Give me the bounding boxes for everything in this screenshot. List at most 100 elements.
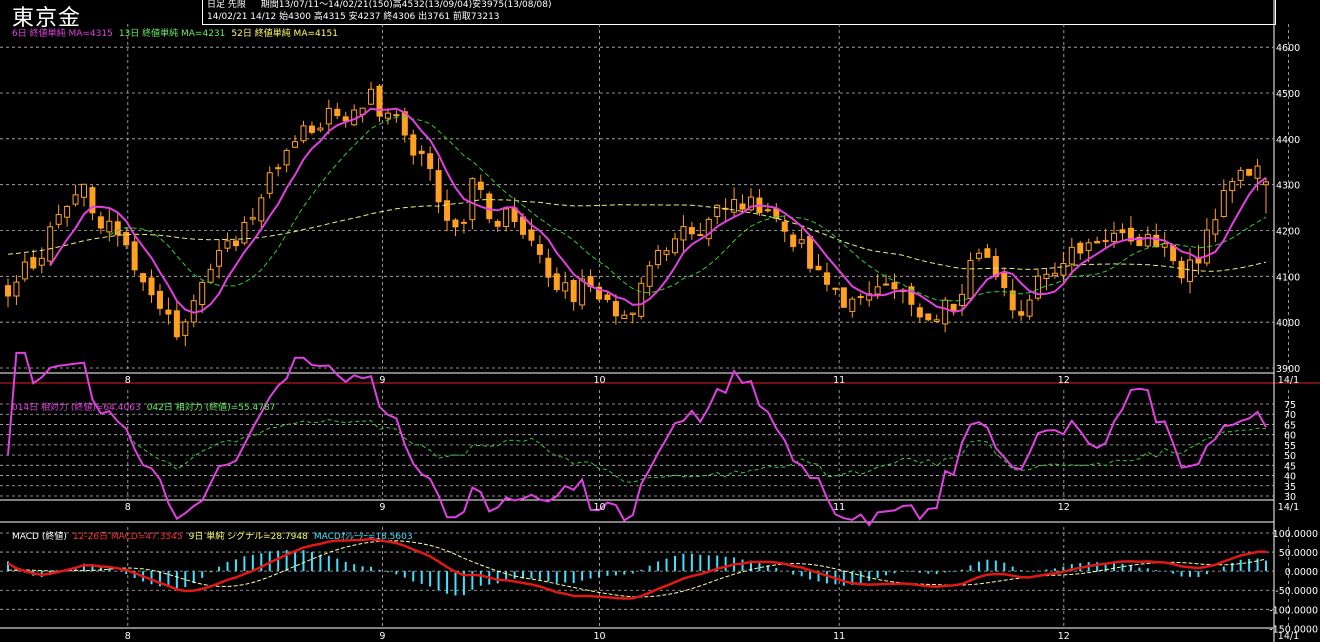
rsi-tick-label: 45 bbox=[1284, 461, 1296, 472]
candle-body bbox=[1254, 165, 1261, 179]
candle-body bbox=[688, 227, 695, 235]
candle-body bbox=[55, 214, 62, 225]
price-tick-label: 4000 bbox=[1276, 318, 1300, 329]
candle-body bbox=[444, 200, 451, 221]
candle-body bbox=[72, 194, 79, 205]
candle-body bbox=[545, 257, 552, 278]
rsi-tick-label: 75 bbox=[1284, 400, 1296, 411]
candle-body bbox=[38, 257, 45, 266]
date-tick-label: 11 bbox=[833, 375, 845, 386]
candle-body bbox=[807, 235, 814, 269]
rsi14-line bbox=[7, 351, 1267, 527]
candle-body bbox=[1001, 273, 1008, 289]
candle-body bbox=[553, 273, 560, 291]
candle-body bbox=[384, 112, 391, 119]
candle-body bbox=[325, 107, 332, 125]
candle-body bbox=[950, 303, 957, 311]
candle-body bbox=[857, 295, 864, 298]
candle-body bbox=[1229, 181, 1236, 192]
candle-body bbox=[612, 301, 619, 317]
date-tick-label: 11 bbox=[833, 631, 845, 642]
date-tick-label: 8 bbox=[125, 631, 131, 642]
rsi-legend-item: 042日 相対力 (終値)=55.4787 bbox=[147, 401, 276, 413]
candle-body bbox=[680, 226, 687, 241]
candle-body bbox=[1043, 273, 1050, 279]
date-tick-label: 12 bbox=[1058, 502, 1070, 513]
date-tick-label: 8 bbox=[125, 375, 131, 386]
candle-body bbox=[410, 134, 417, 156]
candle-body bbox=[1009, 290, 1016, 311]
price-tick-label: 4300 bbox=[1276, 181, 1300, 192]
rsi-tick-label: 55 bbox=[1284, 441, 1296, 452]
candle-body bbox=[317, 127, 324, 131]
date-tick-label: 9 bbox=[379, 375, 385, 386]
chart-svg[interactable]: 3900400041004200430044004500460030354045… bbox=[0, 0, 1320, 642]
macd-legend-item: MACD (終値) bbox=[12, 530, 67, 542]
candle-body bbox=[604, 294, 611, 300]
candle-body bbox=[131, 241, 138, 271]
date-tick-label: 12 bbox=[1058, 631, 1070, 642]
price-tick-label: 4600 bbox=[1276, 43, 1300, 54]
candle-body bbox=[815, 265, 822, 271]
candle-body bbox=[1094, 240, 1101, 244]
candle-body bbox=[1111, 232, 1118, 242]
price-legend-item: 52日 終値単純 MA=4151 bbox=[231, 27, 338, 39]
candle-body bbox=[114, 221, 121, 236]
candle-body bbox=[494, 220, 501, 227]
candle-body bbox=[1212, 219, 1219, 235]
candle-body bbox=[832, 287, 839, 290]
candle-body bbox=[874, 286, 881, 295]
date-tick-label: 12 bbox=[1058, 375, 1070, 386]
candle-body bbox=[764, 209, 771, 212]
price-legend-item: 6日 終値単純 MA=4315 bbox=[12, 27, 113, 39]
candle-body bbox=[891, 282, 898, 290]
macd-tick-label: 50.0000 bbox=[1279, 548, 1318, 559]
candle-body bbox=[528, 229, 535, 241]
macd-legend: MACD (終値) 12-26日 MACD=47.3545 9日 単純 シグナル=2… bbox=[12, 530, 413, 542]
candle-body bbox=[266, 172, 273, 194]
macd-line bbox=[7, 537, 1267, 600]
macd-tick-label: -50.0000 bbox=[1275, 586, 1318, 597]
date-tick-label: 14/1 bbox=[1278, 502, 1299, 513]
candle-body bbox=[292, 141, 299, 148]
candle-body bbox=[207, 268, 214, 283]
candle-body bbox=[1051, 272, 1058, 276]
candle-body bbox=[1220, 190, 1227, 217]
candle-body bbox=[536, 244, 543, 255]
rsi-tick-label: 35 bbox=[1284, 482, 1296, 493]
candle-body bbox=[30, 257, 37, 269]
candle-body bbox=[427, 153, 434, 169]
candle-body bbox=[97, 216, 104, 229]
candle-body bbox=[342, 116, 349, 122]
candle-body bbox=[1263, 181, 1269, 186]
rsi42-line bbox=[7, 352, 1267, 483]
candle-body bbox=[849, 298, 856, 312]
price-tick-label: 4100 bbox=[1276, 272, 1300, 283]
candle-body bbox=[621, 314, 628, 320]
ma6-line bbox=[49, 107, 1267, 314]
candle-body bbox=[739, 203, 746, 210]
candle-body bbox=[629, 312, 636, 315]
candle-body bbox=[13, 281, 20, 297]
macd-legend-item: 12-26日 MACD=47.3545 bbox=[73, 531, 183, 542]
candle-body bbox=[1060, 263, 1067, 276]
candle-body bbox=[942, 299, 949, 325]
candle-body bbox=[300, 125, 307, 142]
candle-body bbox=[224, 240, 231, 249]
candle-body bbox=[1026, 299, 1033, 317]
candle-body bbox=[418, 150, 425, 154]
candle-body bbox=[671, 238, 678, 254]
candle-body bbox=[975, 252, 982, 259]
legends-layer: 6日 終値単純 MA=4315 13日 終値単純 MA=4231 52日 終値単純 … bbox=[12, 27, 413, 542]
candle-body bbox=[156, 290, 163, 309]
candle-body bbox=[1246, 168, 1253, 176]
price-legend: 6日 終値単純 MA=4315 13日 終値単純 MA=4231 52日 終値単純 … bbox=[12, 27, 338, 39]
candle-body bbox=[823, 272, 830, 285]
candle-body bbox=[182, 321, 189, 336]
candle-body bbox=[562, 282, 569, 292]
candle-body bbox=[646, 265, 653, 287]
macd-tick-label: -100.0000 bbox=[1269, 605, 1318, 616]
candle-body bbox=[925, 313, 932, 321]
candle-body bbox=[173, 310, 180, 338]
price-tick-label: 4500 bbox=[1276, 89, 1300, 100]
